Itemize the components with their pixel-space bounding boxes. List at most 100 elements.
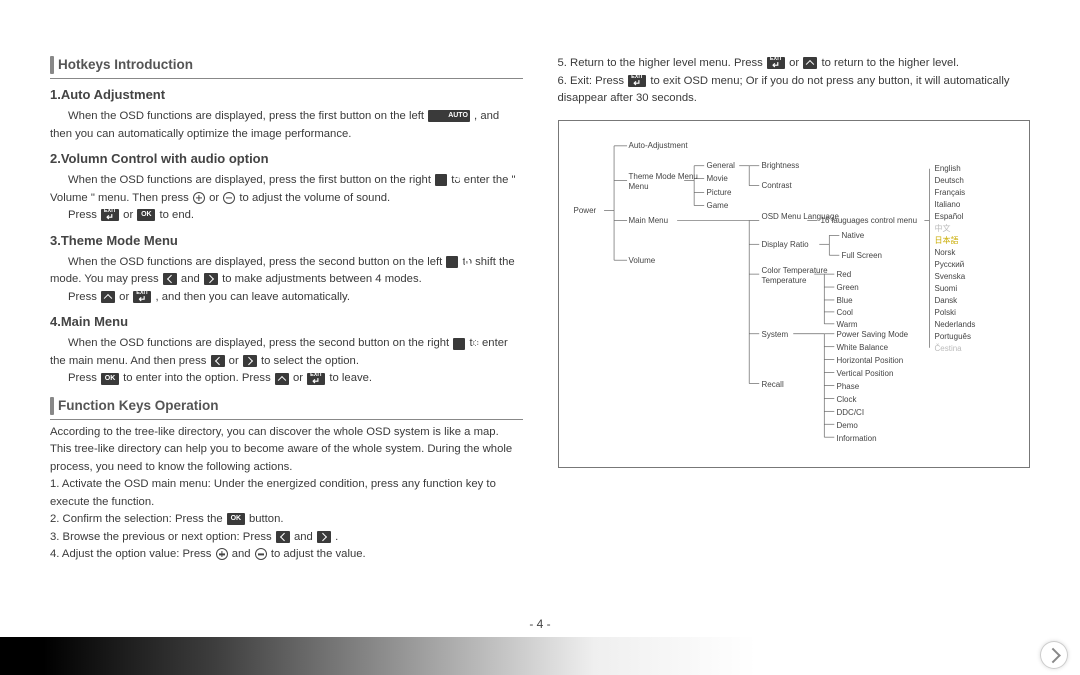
auto-adjustment-title: 1.Auto Adjustment — [50, 85, 523, 105]
fk-step-6: 6. Exit: Press EXIT↵ to exit OSD menu; O… — [558, 73, 1031, 108]
plus-icon — [193, 192, 205, 204]
fk-step-1: 1. Activate the OSD main menu: Under the… — [50, 476, 523, 511]
theme-mode-title: 3.Theme Mode Menu — [50, 231, 523, 251]
function-keys-title: Function Keys Operation — [50, 396, 523, 420]
text: or — [293, 372, 306, 384]
text: and — [294, 531, 316, 543]
minus-icon — [255, 548, 267, 560]
tree-item: Theme Mode Menu — [629, 173, 698, 181]
volume-control-title: 2.Volumn Control with audio option — [50, 149, 523, 169]
tree-item: Brightness — [762, 162, 800, 170]
tree-item: Warm — [837, 321, 858, 329]
chevron-up-icon — [275, 373, 289, 385]
tree-item: Power Saving Mode — [837, 331, 909, 339]
minus-icon — [223, 192, 235, 204]
lang: Suomi — [935, 285, 958, 293]
chevron-right-icon — [317, 531, 331, 543]
footer-gradient — [0, 637, 1080, 675]
theme-mode-p1: When the OSD functions are displayed, pr… — [50, 254, 523, 289]
tree-item: Color Temperature — [762, 267, 828, 275]
tree-item: Recall — [762, 381, 784, 389]
tree-item: Full Screen — [842, 252, 882, 260]
lang: Norsk — [935, 249, 956, 257]
text: 3. Browse the previous or next option: P… — [50, 531, 275, 543]
page-number: - 4 - — [0, 617, 1080, 631]
lang: Dansk — [935, 297, 958, 305]
lang: Čestina — [935, 345, 962, 353]
lang: Nederlands — [935, 321, 976, 329]
tree-item: Demo — [837, 422, 858, 430]
tree-item: Contrast — [762, 182, 792, 190]
tree-item: Horizontal Position — [837, 357, 904, 365]
ok-icon: OK — [137, 209, 155, 221]
ok-icon: OK — [101, 373, 119, 385]
tree-item: 16 lauguages control menu — [821, 217, 918, 225]
lang: Русский — [935, 261, 965, 269]
tree-item: Green — [837, 284, 859, 292]
text: to return to the higher level. — [821, 57, 959, 69]
tree-item: Blue — [837, 297, 853, 305]
main-menu-title: 4.Main Menu — [50, 312, 523, 332]
tree-item: Auto-Adjustment — [629, 142, 688, 150]
tree-item: DDC/CI — [837, 409, 865, 417]
tree-item: Information — [837, 435, 877, 443]
text: to leave. — [329, 372, 372, 384]
text: to make adjustments between 4 modes. — [222, 273, 422, 285]
lang: Français — [935, 189, 966, 197]
text: When the OSD functions are displayed, pr… — [68, 256, 445, 268]
tree-item: Game — [707, 202, 729, 210]
menu-icon — [453, 338, 465, 350]
chevron-left-icon — [211, 355, 225, 367]
text: or — [209, 192, 222, 204]
auto-icon: AUTO — [428, 110, 470, 122]
text: . — [335, 531, 338, 543]
tree-item: Vertical Position — [837, 370, 894, 378]
text: Press — [68, 291, 100, 303]
text: or — [229, 355, 242, 367]
text: to enter into the option. Press — [123, 372, 274, 384]
lang: Español — [935, 213, 964, 221]
text: and — [232, 548, 254, 560]
tree-item: Movie — [707, 175, 728, 183]
text: or — [123, 209, 136, 221]
tree-item: White Balance — [837, 344, 889, 352]
tree-root: Power — [574, 207, 597, 215]
lang: 中文 — [935, 225, 951, 233]
text: When the OSD functions are displayed, pr… — [68, 110, 427, 122]
fk-intro: According to the tree-like directory, yo… — [50, 424, 523, 477]
tree-item: General — [707, 162, 735, 170]
text: When the OSD functions are displayed, pr… — [68, 174, 434, 186]
next-page-button[interactable] — [1040, 641, 1068, 669]
plus-icon — [216, 548, 228, 560]
text: to select the option. — [261, 355, 359, 367]
tree-item: Cool — [837, 309, 853, 317]
lang: Português — [935, 333, 971, 341]
hotkeys-title: Hotkeys Introduction — [50, 55, 523, 79]
theme-mode-p2: Press or EXIT↵ , and then you can leave … — [50, 289, 523, 307]
text: , and then you can leave automatically. — [155, 291, 349, 303]
chevron-left-icon — [163, 273, 177, 285]
chevron-right-icon — [204, 273, 218, 285]
text: and — [181, 273, 203, 285]
text: Press — [68, 209, 100, 221]
tree-item: Native — [842, 232, 865, 240]
tree-item: System — [762, 331, 789, 339]
osd-tree-diagram: Power Auto-Adjustment Theme Mode Menu Me… — [558, 120, 1031, 468]
lang: English — [935, 165, 961, 173]
text: When the OSD functions are displayed, pr… — [68, 337, 452, 349]
text: button. — [249, 513, 284, 525]
text: 5. Return to the higher level menu. Pres… — [558, 57, 766, 69]
chevron-up-icon — [101, 291, 115, 303]
tree-item: Volume — [629, 257, 656, 265]
text: or — [119, 291, 132, 303]
fk-step-2: 2. Confirm the selection: Press the OK b… — [50, 511, 523, 529]
fk-step-5: 5. Return to the higher level menu. Pres… — [558, 55, 1031, 73]
text: to end. — [159, 209, 194, 221]
text: to adjust the value. — [271, 548, 366, 560]
exit-icon: EXIT↵ — [101, 209, 119, 221]
lang: Svenska — [935, 273, 966, 281]
lang: Polski — [935, 309, 956, 317]
auto-adjustment-para: When the OSD functions are displayed, pr… — [50, 108, 523, 143]
lang: Italiano — [935, 201, 961, 209]
tree-item: Phase — [837, 383, 860, 391]
